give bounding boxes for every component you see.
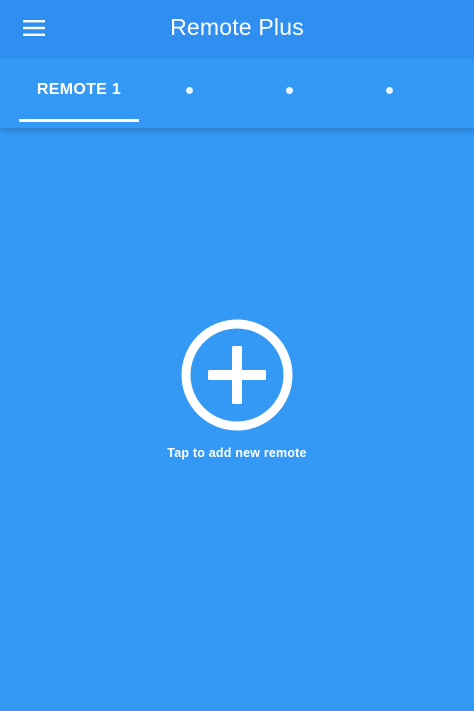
tab-remote-1-label: REMOTE 1: [36, 81, 122, 98]
tab-2[interactable]: [139, 58, 239, 122]
tab-4[interactable]: [339, 58, 439, 122]
tab-selected-indicator: [19, 119, 139, 122]
tab-remote-1[interactable]: REMOTE 1: [19, 58, 139, 122]
empty-state: Tap to add new remote: [0, 318, 474, 460]
add-remote-hint: Tap to add new remote: [167, 446, 307, 460]
tab-3[interactable]: [239, 58, 339, 122]
dot-icon: [185, 86, 193, 94]
app-title: Remote Plus: [170, 14, 304, 40]
dot-icon: [285, 86, 293, 94]
tab-bar: REMOTE 1: [0, 58, 474, 128]
add-circle-icon: [181, 319, 293, 431]
app-bar: Remote Plus: [0, 0, 474, 58]
add-remote-button[interactable]: [180, 318, 294, 432]
dot-icon: [385, 86, 393, 94]
